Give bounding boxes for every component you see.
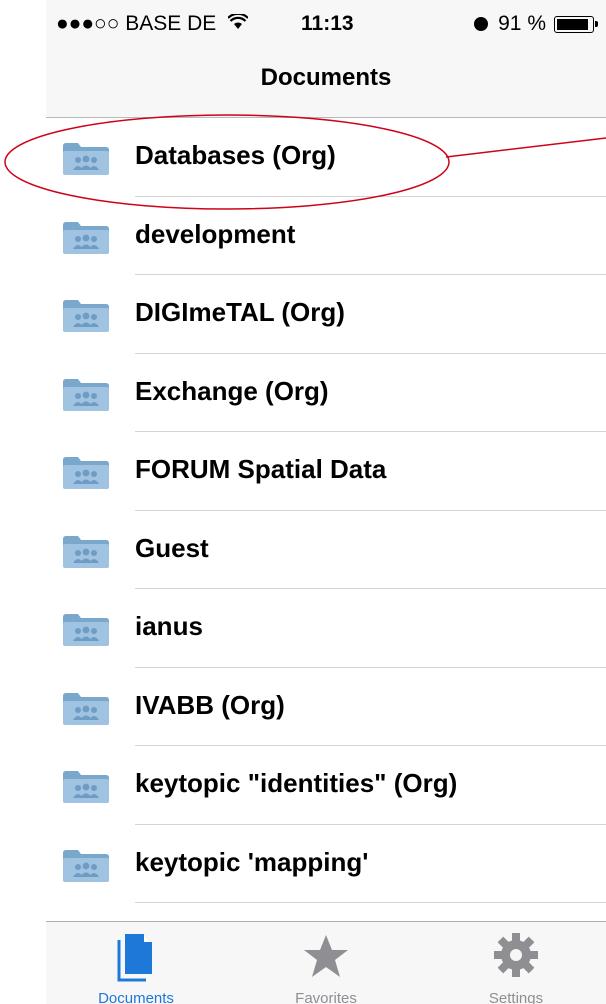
shared-folder-icon <box>61 768 111 804</box>
tab-documents[interactable]: Documents <box>46 922 226 1004</box>
annotation-pointer-line <box>445 137 606 158</box>
shared-folder-icon <box>61 847 111 883</box>
shared-folder-icon <box>61 611 111 647</box>
shared-folder-icon <box>61 297 111 333</box>
shared-folder-icon <box>61 454 111 490</box>
tab-label: Settings <box>488 990 544 1004</box>
annotation-ellipse <box>4 114 450 210</box>
star-icon <box>302 932 350 985</box>
tab-label: Documents <box>98 990 174 1004</box>
folder-label: ianus <box>135 611 203 641</box>
folder-row[interactable]: IVABB (Org) <box>46 668 606 746</box>
folder-label: FORUM Spatial Data <box>135 454 387 484</box>
folder-label: keytopic "identities" (Org) <box>135 768 458 798</box>
folder-label: Exchange (Org) <box>135 375 329 406</box>
annotation-overlay <box>4 114 606 210</box>
shared-folder-icon <box>61 690 111 726</box>
gear-icon <box>493 932 539 983</box>
tab-label: Favorites <box>295 990 357 1004</box>
shared-folder-icon <box>61 533 111 569</box>
folder-row[interactable]: keytopic 'mapping' <box>46 825 606 903</box>
folder-row[interactable]: keytopic "identities" (Org) <box>46 746 606 825</box>
folder-label: keytopic 'mapping' <box>135 846 369 877</box>
folder-row[interactable]: Exchange (Org) <box>46 354 606 432</box>
tab-bar: Documents Favorites Settings <box>46 921 606 1004</box>
shared-folder-icon <box>61 376 111 412</box>
folder-row[interactable]: ianus <box>46 589 606 668</box>
folder-row[interactable]: FORUM Spatial Data <box>46 432 606 511</box>
folder-label: IVABB (Org) <box>135 689 285 720</box>
folder-label: Guest <box>135 532 209 563</box>
folder-label: DIGImeTAL (Org) <box>135 297 345 327</box>
tab-settings[interactable]: Settings <box>426 922 606 1004</box>
documents-icon <box>116 932 156 987</box>
tab-favorites[interactable]: Favorites <box>236 922 416 1004</box>
folder-row[interactable]: Guest <box>46 511 606 589</box>
